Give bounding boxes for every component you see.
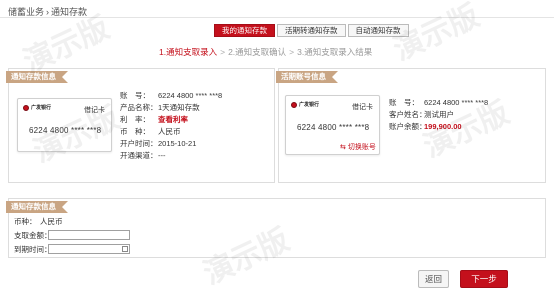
step-2: 2.通知支取确认 [228,47,287,57]
detail-label: 币 种： [120,127,150,136]
withdraw-form: 币种： 人民币 支取金额： 到期时间： [14,214,130,256]
bank-brand: 广发银行 [291,102,319,108]
bank-card: 广发银行 借记卡 6224 4800 **** ***8 [17,98,112,152]
detail-value: 6224 4800 **** ***8 [424,98,489,107]
panel-title: 活期账号信息 [276,71,338,83]
date-input[interactable] [48,244,130,255]
breadcrumb-separator: › [46,7,50,17]
step-arrow: > [220,47,226,57]
amount-label: 支取金额： [14,230,52,240]
card-type: 借记卡 [352,104,373,111]
tab-my-notice-deposit[interactable]: 我的通知存款 [214,24,275,37]
detail-value: 1天通知存款 [158,103,200,112]
form-row: 币种： 人民币 [14,214,130,228]
detail-value: --- [158,151,166,160]
tab-demand-to-notice[interactable]: 活期转通知存款 [277,24,346,37]
detail-row: 开通渠道： --- [120,150,222,162]
step-arrow: > [289,47,295,57]
amount-input[interactable] [48,230,130,240]
detail-label: 利 率： [120,115,150,124]
bank-logo-icon [291,102,297,108]
detail-value: 2015-10-21 [158,139,197,148]
detail-label: 账 号： [389,98,419,107]
date-field [48,244,130,255]
detail-row: 账户余额： 199,900.00 [389,121,488,133]
breadcrumb-parent[interactable]: 储蓄业务 [8,7,44,17]
detail-row: 账 号： 6224 4800 **** ***8 [389,97,488,109]
switch-icon: ⇆ [340,144,346,151]
switch-account-link[interactable]: ⇆ 切换账号 [340,142,376,152]
detail-label: 账 号： [120,91,150,100]
step-indicator: 1.通知支取录入 >2.通知支取确认 >3.通知支取录入结果 [159,46,372,58]
card-number: 6224 4800 **** ***8 [297,123,370,132]
deposit-details: 账 号： 6224 4800 **** ***8 产品名称： 1天通知存款 利 率：… [120,90,222,162]
detail-label: 产品名称： [120,103,158,112]
view-rate-link[interactable]: 查看利率 [158,114,188,126]
date-label: 到期时间： [14,244,52,254]
currency-value: 人民币 [40,216,63,226]
detail-label: 账户余额： [389,122,427,131]
detail-row: 利 率： 查看利率 [120,114,222,126]
back-button[interactable]: 返回 [418,270,449,288]
card-type: 借记卡 [84,107,105,114]
detail-row: 客户姓名： 测试用户 [389,109,488,121]
account-details: 账 号： 6224 4800 **** ***8 客户姓名： 测试用户 账户余额： 1… [389,97,488,133]
step-3: 3.通知支取录入结果 [297,47,373,57]
bank-name: 广发银行 [31,105,52,111]
form-row: 支取金额： [14,228,130,242]
bank-name: 广发银行 [299,102,320,108]
panel-title: 通知存款信息 [6,201,68,213]
form-row: 到期时间： [14,242,130,256]
detail-row: 账 号： 6224 4800 **** ***8 [120,90,222,102]
currency-label: 币种： [14,216,37,226]
detail-row: 币 种： 人民币 [120,126,222,138]
panel-title: 通知存款信息 [6,71,68,83]
detail-value: 测试用户 [424,110,454,119]
withdraw-panel: 通知存款信息 币种： 人民币 支取金额： 到期时间： [8,198,546,258]
detail-label: 开户时间： [120,139,158,148]
tab-auto-notice-deposit[interactable]: 自动通知存款 [347,24,409,37]
detail-label: 开通渠道： [120,151,158,160]
detail-row: 开户时间： 2015-10-21 [120,138,222,150]
detail-row: 产品名称： 1天通知存款 [120,102,222,114]
account-balance: 199,900.00 [424,122,462,131]
next-button[interactable]: 下一步 [460,270,508,288]
detail-label: 客户姓名： [389,110,427,119]
step-1: 1.通知支取录入 [159,47,218,57]
bank-logo-icon [23,105,29,111]
tab-bar: 我的通知存款 活期转通知存款 自动通知存款 [214,24,411,37]
card-number: 6224 4800 **** ***8 [29,126,102,135]
switch-account-label: 切换账号 [347,144,376,151]
breadcrumb-current: 通知存款 [51,7,88,17]
calendar-icon[interactable] [122,245,128,252]
detail-value: 6224 4800 **** ***8 [158,91,223,100]
deposit-info-panel: 通知存款信息 广发银行 借记卡 6224 4800 **** ***8 账 号：… [8,68,275,183]
demand-account-panel: 活期账号信息 广发银行 借记卡 6224 4800 **** ***8 ⇆ 切换… [278,68,546,183]
header-divider [0,17,554,18]
detail-value: 人民币 [158,127,181,136]
bank-brand: 广发银行 [23,105,51,111]
